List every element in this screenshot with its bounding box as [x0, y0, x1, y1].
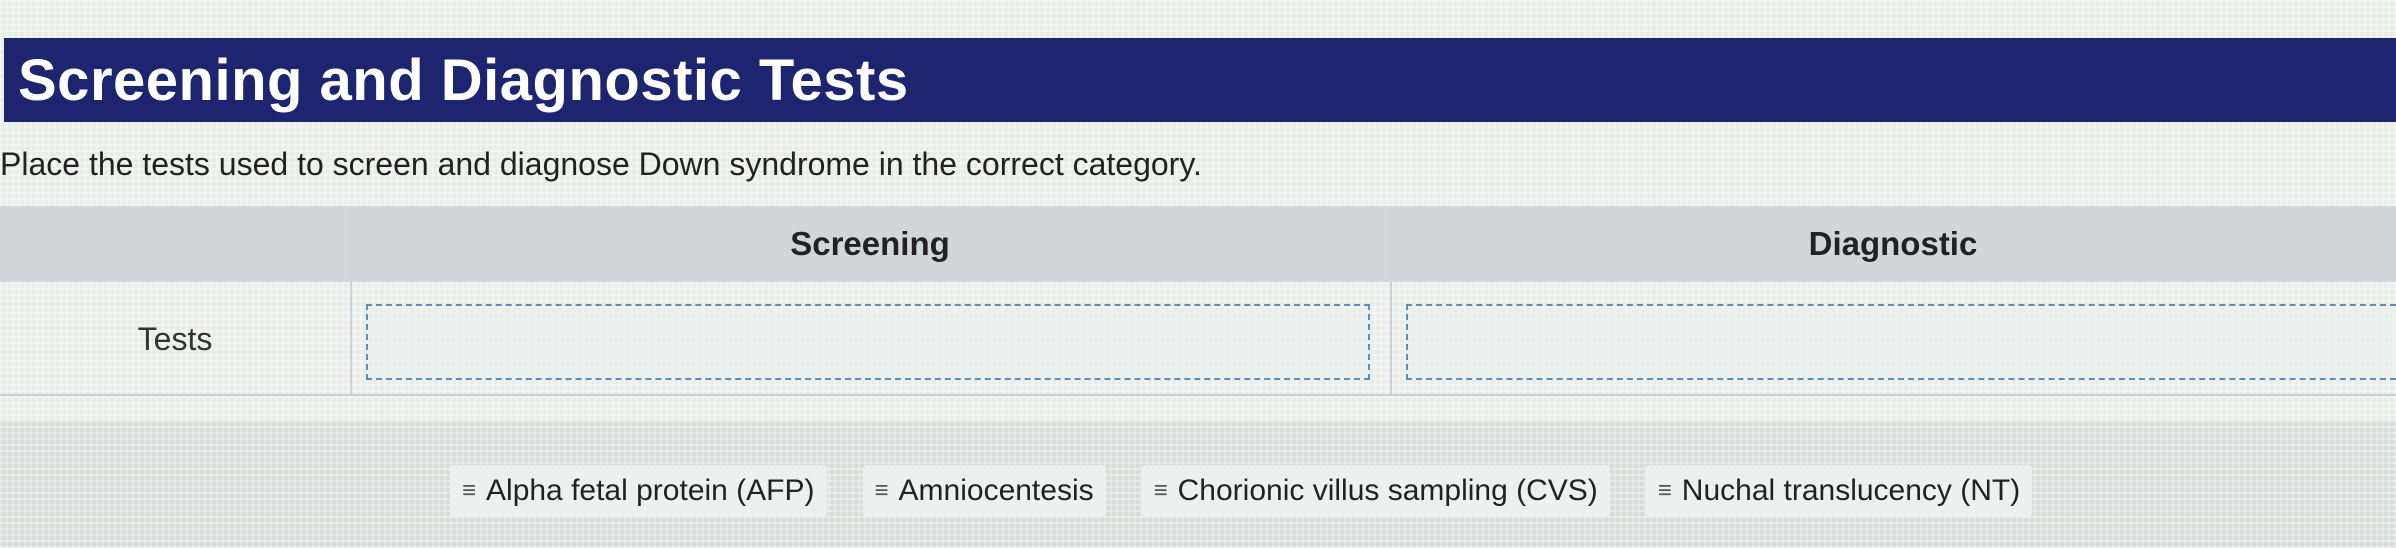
chip-label: Alpha fetal protein (AFP) [486, 474, 815, 507]
column-divider [1390, 206, 1392, 396]
screening-drop-zone[interactable] [366, 304, 1370, 380]
column-header-screening: Screening [790, 225, 950, 262]
row-divider [0, 394, 2396, 396]
chip-amniocentesis[interactable]: ≡ Amniocentesis [862, 465, 1106, 517]
column-header-diagnostic: Diagnostic [1808, 225, 1978, 262]
drag-handle-icon: ≡ [874, 477, 889, 504]
categorization-table: Screening Diagnostic Tests [0, 206, 2396, 396]
chip-label: Nuchal translucency (NT) [1681, 474, 2021, 507]
diagnostic-drop-zone[interactable] [1406, 304, 2396, 380]
chip-label: Chorionic villus sampling (CVS) [1177, 474, 1598, 507]
row-label-tests: Tests [137, 320, 213, 357]
page-header: Screening and Diagnostic Tests [4, 38, 2396, 122]
column-divider [350, 206, 352, 396]
instructions-text: Place the tests used to screen and diagn… [0, 146, 1202, 182]
chip-label: Amniocentesis [898, 474, 1094, 507]
drag-handle-icon: ≡ [462, 477, 477, 504]
drag-handle-icon: ≡ [1153, 477, 1168, 504]
answer-chip-list: ≡ Alpha fetal protein (AFP) ≡ Amniocente… [450, 465, 2033, 517]
page-title: Screening and Diagnostic Tests [18, 47, 909, 113]
chip-nt[interactable]: ≡ Nuchal translucency (NT) [1645, 465, 2033, 517]
chip-afp[interactable]: ≡ Alpha fetal protein (AFP) [450, 465, 827, 517]
drag-handle-icon: ≡ [1657, 477, 1672, 504]
chip-cvs[interactable]: ≡ Chorionic villus sampling (CVS) [1141, 465, 1610, 517]
